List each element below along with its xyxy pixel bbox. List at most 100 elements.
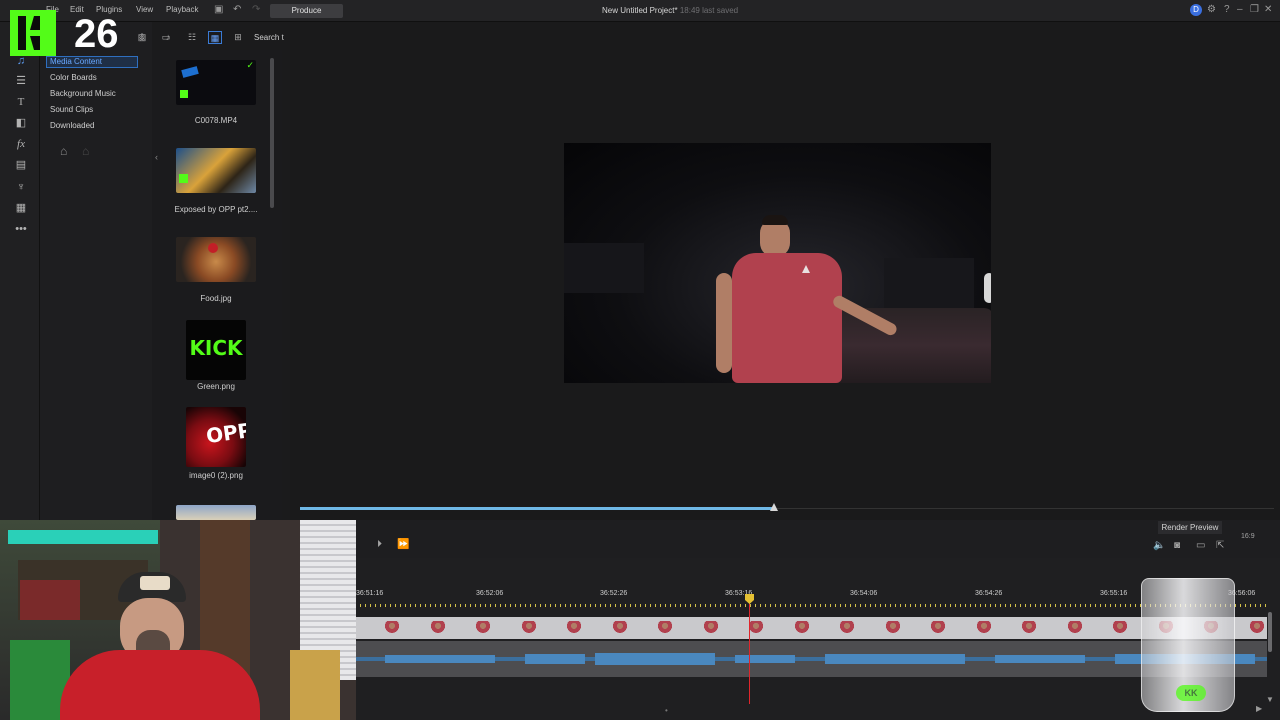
- filmstrip-frame: [430, 621, 445, 635]
- restore-icon[interactable]: ❐: [1250, 4, 1259, 16]
- remove-tag-icon[interactable]: ⌂: [82, 144, 89, 158]
- volume-icon[interactable]: 🔈: [1153, 540, 1165, 552]
- library-item-label: Food.jpg: [200, 294, 232, 303]
- audio-waveform: [355, 653, 1267, 665]
- audio-track-clip[interactable]: [355, 641, 1267, 677]
- kick-k-logo: [10, 10, 56, 56]
- library-item-thumb[interactable]: [176, 505, 256, 520]
- opp-logo-text: OPP: [204, 417, 246, 449]
- webcam-overlay: [0, 520, 356, 720]
- filmstrip-frame: [476, 621, 490, 635]
- timeline-ruler[interactable]: [355, 604, 1267, 607]
- filter-audio-icon[interactable]: ♪: [161, 31, 175, 44]
- settings-gear-icon[interactable]: ⚙: [1207, 4, 1216, 16]
- category-media-content[interactable]: Media Content: [46, 56, 138, 68]
- preview-progress-knob[interactable]: [770, 503, 778, 511]
- render-preview-button[interactable]: Render Preview: [1158, 521, 1222, 534]
- snapshot-camera-icon[interactable]: ◙: [1174, 540, 1180, 552]
- filmstrip-frame: [976, 621, 991, 635]
- video-preview[interactable]: [564, 143, 991, 383]
- grid-view-icon[interactable]: ▦: [208, 31, 222, 44]
- library-item-label: Exposed by OPP pt2....: [174, 205, 258, 214]
- scroll-right-icon[interactable]: ▶: [1256, 704, 1262, 713]
- ruler-label: 36:54:26: [975, 590, 1003, 597]
- undock-preview-icon[interactable]: ⇱: [1216, 540, 1224, 552]
- category-sound-clips[interactable]: Sound Clips: [50, 105, 93, 114]
- glass-logo: KK: [1176, 685, 1206, 701]
- video-track-clip[interactable]: [355, 617, 1267, 639]
- media-room-icon[interactable]: ♫: [14, 54, 28, 68]
- filmstrip-frame: [1113, 621, 1127, 635]
- app-window: File Edit Plugins View Playback ▣ ↶ ↷ Pr…: [0, 0, 1280, 720]
- text-icon[interactable]: T: [14, 95, 28, 109]
- menu-view[interactable]: View: [136, 5, 153, 14]
- redo-icon[interactable]: ↷: [252, 4, 260, 16]
- project-title: New Untitled Project* 18:49 last saved: [602, 6, 738, 15]
- filmstrip-frame: [840, 621, 854, 635]
- library-item-thumb[interactable]: OPP: [186, 407, 246, 467]
- library-item-thumb[interactable]: KICK: [186, 320, 246, 380]
- library-item-thumb[interactable]: ✓: [176, 60, 256, 105]
- filmstrip-frame: [521, 621, 536, 635]
- filter-image-icon[interactable]: ▨: [135, 31, 149, 44]
- library-item-label: C0078.MP4: [194, 116, 238, 125]
- undo-icon[interactable]: ↶: [233, 4, 241, 16]
- preview-progress-bar[interactable]: [300, 507, 774, 510]
- particle-icon[interactable]: ♆: [14, 180, 28, 194]
- tool-rail: ♫ ☰ T ◧ fx ▤ ♆ ▦ •••: [0, 22, 40, 520]
- close-icon[interactable]: ✕: [1264, 4, 1272, 16]
- category-downloaded[interactable]: Downloaded: [50, 121, 94, 130]
- display-quality-icon[interactable]: ▭: [1196, 540, 1205, 552]
- add-tag-icon[interactable]: ⌂: [60, 144, 67, 158]
- effects-fx-icon[interactable]: fx: [14, 137, 28, 151]
- produce-button[interactable]: Produce: [270, 4, 343, 18]
- media-library: ✓ C0078.MP4 Exposed by OPP pt2.... Food.…: [152, 50, 282, 520]
- help-icon[interactable]: ?: [1224, 4, 1230, 16]
- ruler-label: 36:54:06: [850, 590, 878, 597]
- minimize-icon[interactable]: –: [1237, 4, 1243, 16]
- person-shirt: [732, 253, 842, 383]
- playhead[interactable]: [749, 596, 750, 704]
- filmstrip-frame: [703, 621, 718, 635]
- transition-icon[interactable]: ◧: [14, 116, 28, 130]
- filmstrip-frame: [1022, 621, 1036, 635]
- filmstrip-frame: [794, 621, 809, 635]
- category-panel: Media Content Color Boards Background Mu…: [40, 22, 152, 520]
- thumbnail-size-icon[interactable]: ⊞: [231, 31, 245, 44]
- library-scrollbar[interactable]: [270, 58, 274, 208]
- more-icon[interactable]: •••: [14, 222, 28, 236]
- project-saved-time: 18:49 last saved: [679, 6, 739, 15]
- library-item-label: Green.png: [197, 382, 235, 391]
- menu-bar: File Edit Plugins View Playback ▣ ↶ ↷ Pr…: [0, 0, 1280, 22]
- library-item-thumb[interactable]: [176, 148, 256, 193]
- library-search[interactable]: Search t: [254, 33, 284, 42]
- fast-forward-icon[interactable]: ⏩: [397, 539, 409, 551]
- account-icon[interactable]: D: [1190, 4, 1202, 16]
- preview-progress-rest: [774, 508, 1274, 509]
- filmstrip-frame: [658, 621, 672, 635]
- timeline-scroll-thumb-icon[interactable]: •: [665, 706, 668, 715]
- filmstrip-frame: [385, 621, 399, 635]
- menu-playback[interactable]: Playback: [166, 5, 198, 14]
- category-color-boards[interactable]: Color Boards: [50, 73, 97, 82]
- aspect-ratio-select[interactable]: 16:9: [1241, 531, 1255, 543]
- library-item-thumb[interactable]: [176, 237, 256, 282]
- pip-icon[interactable]: ▤: [14, 158, 28, 172]
- timeline-scrollbar[interactable]: [1268, 612, 1272, 652]
- filmstrip-frame: [885, 621, 900, 635]
- collapse-panel-icon[interactable]: ‹: [155, 152, 158, 162]
- scroll-down-icon[interactable]: ▼: [1266, 695, 1274, 704]
- ruler-label: 36:51:16: [356, 590, 384, 597]
- glass-overlay: KK: [1141, 578, 1235, 712]
- filmstrip-frame: [1067, 621, 1082, 635]
- next-frame-icon[interactable]: ⏵: [377, 539, 382, 551]
- title-room-icon[interactable]: ☰: [14, 74, 28, 88]
- category-background-music[interactable]: Background Music: [50, 89, 116, 98]
- filmstrip-frame: [612, 621, 627, 635]
- save-icon[interactable]: ▣: [214, 4, 223, 16]
- audio-mixing-icon[interactable]: ▦: [14, 201, 28, 215]
- playback-controls: [355, 520, 1280, 558]
- red-hoodie: [60, 650, 260, 720]
- library-item-label: image0 (2).png: [189, 471, 243, 480]
- list-view-icon[interactable]: ☷: [185, 31, 199, 44]
